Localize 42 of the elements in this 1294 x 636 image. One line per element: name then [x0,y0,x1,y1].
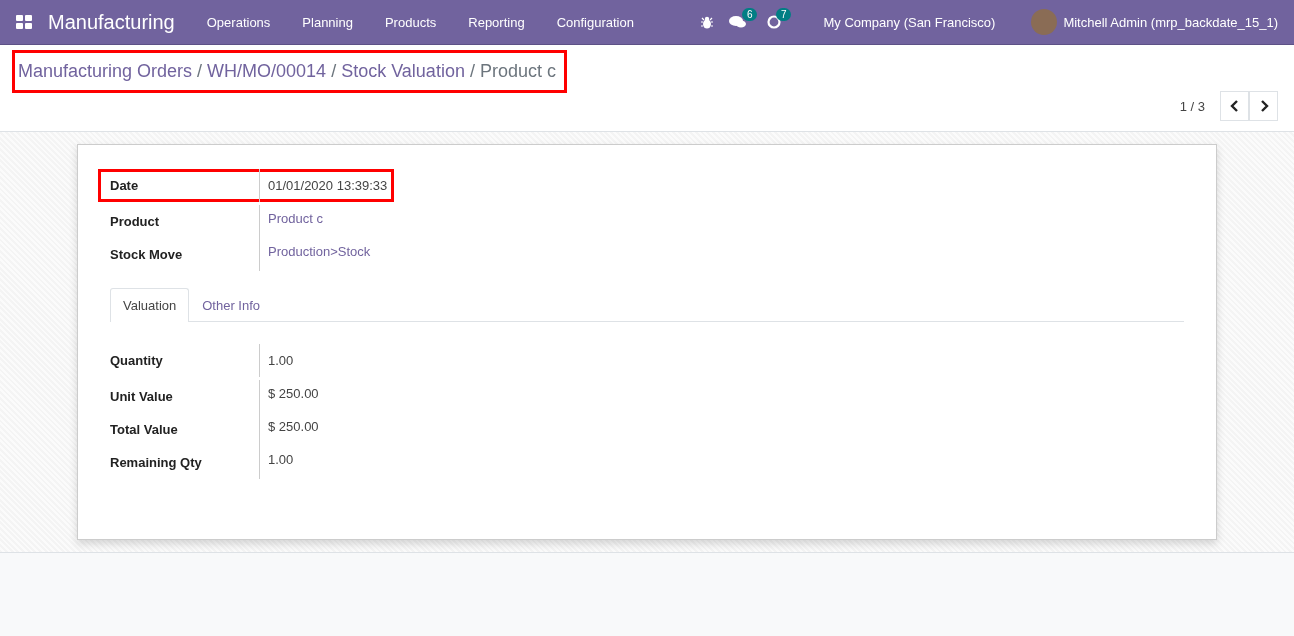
field-value: $ 250.00 [267,386,319,401]
menu-item[interactable]: Products [368,14,453,30]
pager-value: 1 / 3 [1179,98,1205,114]
next-button[interactable] [1249,91,1278,121]
breadcrumb-item[interactable]: Stock Valuation [341,61,465,82]
breadcrumb-item[interactable]: Manufacturing Orders [18,61,193,82]
chevron-left-icon[interactable] [1229,100,1240,112]
menu-item[interactable]: Reporting [452,14,541,30]
field-value: 1.00 [267,452,294,467]
apps-menu-icon[interactable] [16,15,32,29]
message-count-badge: 6 [741,8,758,21]
tab[interactable]: Valuation [110,288,190,322]
field-label: Stock Move [110,238,260,271]
field-label: Total Value [110,413,260,446]
chat-icon[interactable] [729,15,748,29]
company-switcher[interactable]: My Company (San Francisco) [823,14,996,30]
field-label: Product [110,205,260,238]
breadcrumb-item[interactable]: Product c [479,61,556,82]
menu-item[interactable]: Configuration [540,14,650,30]
app-name[interactable]: Manufacturing [48,10,175,34]
field-value[interactable]: Product c [260,211,323,226]
field-label: Remaining Qty [110,446,260,479]
field-value: 1.00 [267,353,294,368]
user-menu[interactable]: Mitchell Admin (mrp_backdate_15_1) [1063,14,1278,30]
breadcrumb-separator: / [331,61,337,82]
field-label: Date [110,169,260,202]
tab[interactable]: Other Info [189,288,274,321]
breadcrumb-item[interactable]: WH/MO/00014 [207,61,327,82]
previous-button[interactable] [1220,91,1249,121]
chevron-right-icon[interactable] [1258,100,1269,112]
activity-count-badge: 7 [775,8,792,21]
bug-icon[interactable] [701,15,714,29]
field-label: Quantity [110,344,260,377]
field-label: Unit Value [110,380,260,413]
field-value[interactable]: Production>Stock [260,244,371,259]
clock-icon[interactable] [767,15,782,29]
field-value: 01/01/2020 13:39:33 [267,178,388,193]
field-value: $ 250.00 [267,419,319,434]
menu-item[interactable]: Planning [286,14,369,30]
menu-item[interactable]: Operations [190,14,287,30]
breadcrumb-separator: / [469,61,475,82]
breadcrumb-separator: / [197,61,203,82]
